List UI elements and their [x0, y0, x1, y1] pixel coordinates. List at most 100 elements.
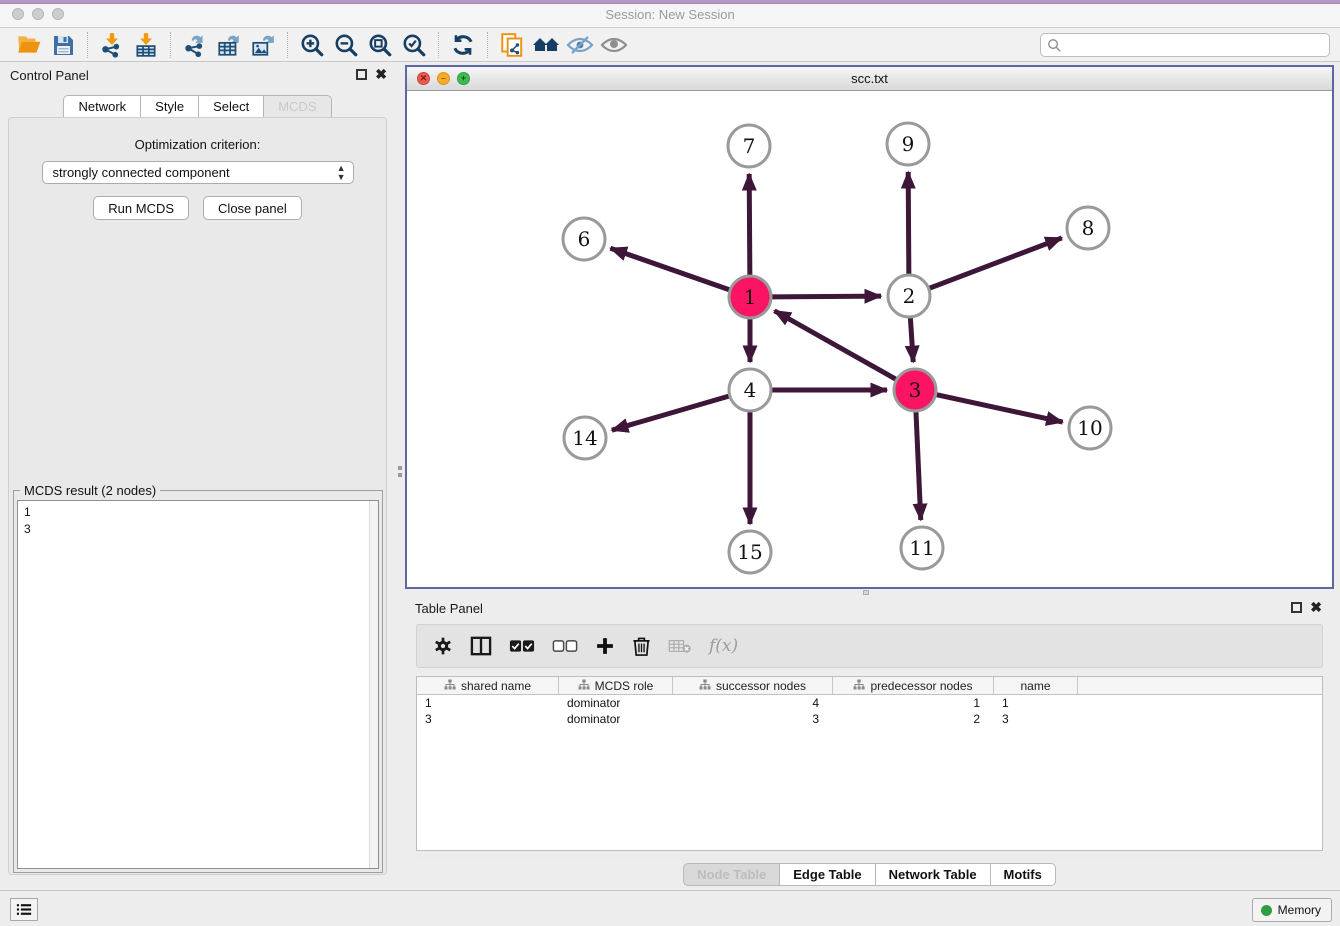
graph-edge-4-14[interactable] — [612, 396, 729, 430]
search-input[interactable] — [1066, 38, 1329, 52]
titlebar: Session: New Session — [0, 0, 1340, 28]
run-mcds-button[interactable]: Run MCDS — [93, 196, 189, 220]
table-panel-title: Table Panel — [415, 601, 483, 616]
export-table-icon[interactable] — [212, 30, 246, 60]
table-body: 1dominator4113dominator323 — [417, 695, 1322, 727]
status-bar: Memory — [0, 890, 1340, 926]
close-panel-icon[interactable]: ✖ — [375, 66, 387, 82]
tab-network[interactable]: Network — [63, 95, 140, 118]
delete-column-icon-disabled — [668, 638, 692, 654]
tab-style[interactable]: Style — [140, 95, 198, 118]
memory-label: Memory — [1278, 903, 1321, 917]
search-icon — [1047, 38, 1062, 53]
column-type-icon — [578, 679, 590, 693]
cell-MCDS-role[interactable]: dominator — [559, 711, 673, 727]
deselect-checkboxes-icon[interactable] — [552, 639, 578, 653]
save-session-icon[interactable] — [46, 30, 80, 60]
export-network-icon[interactable] — [178, 30, 212, 60]
eye-slash-icon[interactable] — [563, 30, 597, 60]
vertical-splitter[interactable] — [395, 62, 405, 890]
network-window-title: scc.txt — [407, 71, 1332, 86]
graph-edge-3-11[interactable] — [916, 412, 921, 520]
select-all-checkboxes-icon[interactable] — [509, 639, 535, 653]
zoom-fit-icon[interactable] — [363, 30, 397, 60]
criterion-select[interactable]: strongly connected component ▲▼ — [42, 161, 354, 184]
close-panel-button[interactable]: Close panel — [203, 196, 302, 220]
mcds-result-title: MCDS result (2 nodes) — [20, 483, 160, 498]
refresh-layout-icon[interactable] — [446, 30, 480, 60]
cell-successor-nodes[interactable]: 4 — [673, 695, 833, 711]
eye-icon[interactable] — [597, 30, 631, 60]
tab-motifs[interactable]: Motifs — [991, 863, 1056, 886]
tab-edge-table[interactable]: Edge Table — [780, 863, 875, 886]
clone-network-icon[interactable] — [495, 30, 529, 60]
column-header-MCDS-role[interactable]: MCDS role — [559, 677, 673, 694]
column-header-successor-nodes[interactable]: successor nodes — [673, 677, 833, 694]
table-row[interactable]: 1dominator411 — [417, 695, 1322, 711]
cell-shared-name[interactable]: 3 — [417, 711, 559, 727]
graph-edge-2-3[interactable] — [910, 318, 913, 362]
titlebar-accent-strip — [0, 0, 1340, 4]
memory-button[interactable]: Memory — [1252, 898, 1332, 922]
task-history-button[interactable] — [10, 898, 38, 921]
table-settings-gear-icon[interactable] — [433, 636, 453, 656]
close-panel-icon[interactable]: ✖ — [1310, 599, 1322, 615]
tab-mcds[interactable]: MCDS — [263, 95, 331, 118]
splitter-grip — [398, 466, 402, 470]
add-column-icon[interactable] — [595, 636, 615, 656]
table-row[interactable]: 3dominator323 — [417, 711, 1322, 727]
scrollbar[interactable] — [369, 501, 378, 868]
graph-edge-3-10[interactable] — [936, 395, 1062, 422]
cell-predecessor-nodes[interactable]: 1 — [833, 695, 994, 711]
graph-edge-1-7[interactable] — [749, 174, 750, 275]
column-header-label: shared name — [461, 679, 531, 693]
network-canvas[interactable]: 7968124314101511 — [407, 91, 1332, 585]
control-panel-title: Control Panel — [10, 68, 89, 83]
column-header-predecessor-nodes[interactable]: predecessor nodes — [833, 677, 994, 694]
graph-edge-2-8[interactable] — [930, 238, 1062, 288]
node-table: shared name MCDS rolesuccessor nodesprede… — [416, 676, 1323, 851]
cell-successor-nodes[interactable]: 3 — [673, 711, 833, 727]
graph-edge-1-2[interactable] — [772, 296, 881, 297]
export-image-icon[interactable] — [246, 30, 280, 60]
graph[interactable]: 7968124314101511 — [407, 91, 1332, 585]
tab-network-table[interactable]: Network Table — [876, 863, 991, 886]
column-type-icon — [699, 679, 711, 693]
cell-MCDS-role[interactable]: dominator — [559, 695, 673, 711]
network-window-titlebar[interactable]: ✕ – + scc.txt — [407, 67, 1332, 91]
import-table-icon[interactable] — [129, 30, 163, 60]
home-icon[interactable] — [529, 30, 563, 60]
delete-trash-icon[interactable] — [632, 636, 651, 657]
network-view-window: ✕ – + scc.txt 7968124314101511 — [405, 65, 1334, 589]
optimization-criterion-label: Optimization criterion: — [9, 137, 386, 152]
criterion-selected-value: strongly connected component — [53, 165, 230, 180]
column-header-name[interactable]: name — [994, 677, 1078, 694]
float-panel-icon[interactable] — [1291, 602, 1302, 613]
graph-edge-3-1[interactable] — [774, 311, 895, 379]
select-stepper-icon: ▲▼ — [337, 164, 346, 182]
memory-status-dot — [1261, 905, 1272, 916]
graph-node-label-11: 11 — [909, 536, 934, 560]
search-box[interactable] — [1040, 33, 1330, 57]
column-header-shared-name[interactable]: shared name — [417, 677, 559, 694]
graph-node-label-3: 3 — [909, 378, 922, 402]
zoom-in-icon[interactable] — [295, 30, 329, 60]
tab-node-table[interactable]: Node Table — [683, 863, 780, 886]
graph-edge-2-9[interactable] — [908, 172, 909, 274]
cell-name[interactable]: 3 — [994, 711, 1078, 727]
mcds-result-group: MCDS result (2 nodes) 13 — [13, 490, 383, 873]
graph-node-label-1: 1 — [744, 285, 757, 309]
open-file-icon[interactable] — [12, 30, 46, 60]
zoom-out-icon[interactable] — [329, 30, 363, 60]
mcds-result-textarea[interactable]: 13 — [17, 500, 379, 869]
tab-select[interactable]: Select — [198, 95, 263, 118]
cell-shared-name[interactable]: 1 — [417, 695, 559, 711]
graph-edge-1-6[interactable] — [610, 248, 729, 290]
split-columns-icon[interactable] — [470, 636, 492, 656]
cell-name[interactable]: 1 — [994, 695, 1078, 711]
import-network-icon[interactable] — [95, 30, 129, 60]
table-scroll-strip[interactable] — [416, 851, 1323, 862]
zoom-selected-icon[interactable] — [397, 30, 431, 60]
float-panel-icon[interactable] — [356, 69, 367, 80]
cell-predecessor-nodes[interactable]: 2 — [833, 711, 994, 727]
